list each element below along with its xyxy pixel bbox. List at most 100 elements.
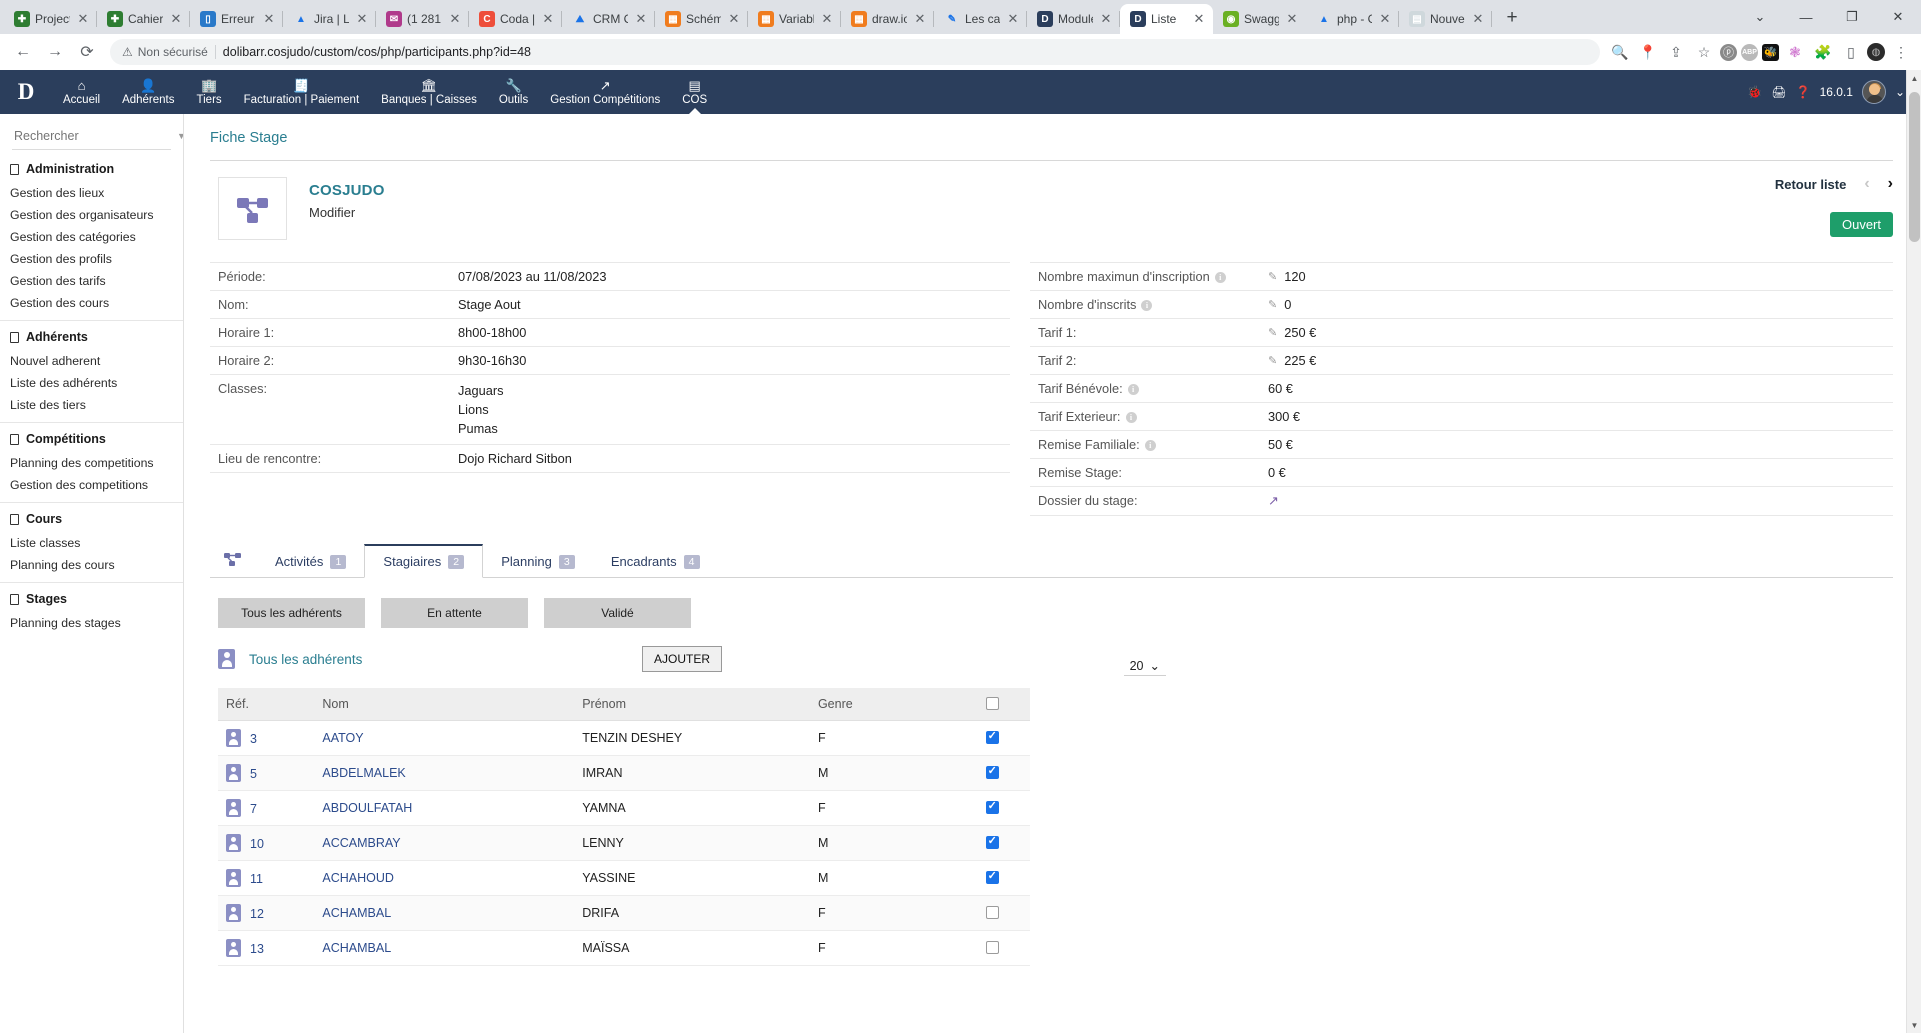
row-checkbox[interactable] xyxy=(985,729,999,744)
topnav-item-outils[interactable]: 🔧 Outils xyxy=(488,70,539,114)
browser-tab[interactable]: ✚ Project ✕ xyxy=(4,4,97,34)
select-all-checkbox[interactable] xyxy=(985,697,999,710)
close-tab-icon[interactable]: ✕ xyxy=(819,11,835,27)
printer-icon[interactable]: 🖨 xyxy=(1771,85,1786,99)
filter-button-en-attente[interactable]: En attente xyxy=(381,598,528,628)
adblock-icon[interactable]: ABP xyxy=(1741,43,1758,61)
close-tab-icon[interactable]: ✕ xyxy=(912,11,928,27)
filter-button-valid[interactable]: Validé xyxy=(544,598,691,628)
edit-pencil-icon[interactable]: ✎ xyxy=(1268,326,1277,339)
table-row[interactable]: 3 AATOY TENZIN DESHEY F xyxy=(218,720,1030,756)
sidebar-item-gestion-des-tarifs[interactable]: Gestion des tarifs xyxy=(0,270,183,292)
column-header-genre[interactable]: Genre xyxy=(809,688,978,721)
sidebar-item-gestion-des-lieux[interactable]: Gestion des lieux xyxy=(0,182,183,204)
search-input[interactable] xyxy=(12,128,177,144)
browser-tab[interactable]: ⛰ CRM C ✕ xyxy=(562,4,655,34)
scroll-down-arrow-icon[interactable]: ▼ xyxy=(1907,1017,1921,1033)
edit-pencil-icon[interactable]: ✎ xyxy=(1268,270,1277,283)
close-tab-icon[interactable]: ✕ xyxy=(1377,11,1393,27)
close-tab-icon[interactable]: ✕ xyxy=(633,11,649,27)
scroll-up-arrow-icon[interactable]: ▲ xyxy=(1907,70,1921,86)
sidebar-item-liste-des-tiers[interactable]: Liste des tiers xyxy=(0,394,183,416)
ref-link[interactable]: 3 xyxy=(250,732,257,746)
close-tab-icon[interactable]: ✕ xyxy=(1284,11,1300,27)
tab-encadrants[interactable]: Encadrants 4 xyxy=(593,546,718,577)
sidebar-item-gestion-des-cat-gories[interactable]: Gestion des catégories xyxy=(0,226,183,248)
ref-link[interactable]: 13 xyxy=(250,942,264,956)
close-window-button[interactable]: ✕ xyxy=(1875,0,1921,34)
close-tab-icon[interactable]: ✕ xyxy=(1191,11,1207,27)
topnav-item-tiers[interactable]: 🏢 Tiers xyxy=(186,70,233,114)
ref-link[interactable]: 12 xyxy=(250,907,264,921)
dolibarr-logo-icon[interactable]: D xyxy=(0,70,52,114)
nom-link[interactable]: ACCAMBRAY xyxy=(322,836,400,850)
table-row[interactable]: 5 ABDELMALEK IMRAN M xyxy=(218,755,1030,791)
external-link-icon[interactable]: ↗ xyxy=(1268,493,1279,509)
previous-record-button[interactable]: ‹ xyxy=(1864,175,1869,193)
sidebar-item-gestion-des-competitions[interactable]: Gestion des competitions xyxy=(0,474,183,496)
back-to-list-link[interactable]: Retour liste xyxy=(1775,177,1847,192)
share-icon[interactable]: ⇪ xyxy=(1664,40,1688,64)
kebab-menu-icon[interactable]: ⋮ xyxy=(1889,40,1913,64)
nom-link[interactable]: AATOY xyxy=(322,731,363,745)
zoom-out-icon[interactable]: 🔍 xyxy=(1608,40,1632,64)
browser-tab[interactable]: ▦ Variable ✕ xyxy=(748,4,841,34)
nom-link[interactable]: ACHAHOUD xyxy=(322,871,394,885)
not-secure-indicator[interactable]: ⚠ Non sécurisé xyxy=(122,45,208,59)
browser-tab[interactable]: ✎ Les cat ✕ xyxy=(934,4,1027,34)
info-help-icon[interactable]: i xyxy=(1127,384,1139,396)
edit-pencil-icon[interactable]: ✎ xyxy=(1268,298,1277,311)
column-header-prenom[interactable]: Prénom xyxy=(574,688,810,721)
browser-tab[interactable]: ▦ draw.io ✕ xyxy=(841,4,934,34)
tab-activit-s[interactable]: Activités 1 xyxy=(257,546,364,577)
table-row[interactable]: 11 ACHAHOUD YASSINE M xyxy=(218,860,1030,896)
profile-avatar-icon[interactable]: ◍ xyxy=(1867,43,1885,61)
close-tab-icon[interactable]: ✕ xyxy=(1470,11,1486,27)
tab-stagiaires[interactable]: Stagiaires 2 xyxy=(364,544,484,578)
per-page-selector[interactable]: 20 ⌄ xyxy=(1123,657,1166,676)
topnav-item-cos[interactable]: ▤ COS xyxy=(671,70,718,115)
next-record-button[interactable]: › xyxy=(1888,175,1893,193)
info-help-icon[interactable]: i xyxy=(1214,272,1226,284)
avatar[interactable] xyxy=(1861,80,1886,104)
chevron-down-icon[interactable]: ▼ xyxy=(177,131,183,141)
ref-link[interactable]: 7 xyxy=(250,802,257,816)
minimize-button[interactable]: — xyxy=(1783,0,1829,34)
scrollbar-thumb[interactable] xyxy=(1909,92,1920,242)
ref-link[interactable]: 11 xyxy=(250,872,263,886)
browser-tab[interactable]: D Liste ✕ xyxy=(1120,4,1213,34)
sidebar-search[interactable]: ▼ xyxy=(12,128,183,150)
nom-link[interactable]: ABDELMALEK xyxy=(322,766,405,780)
sidebar-item-nouvel-adherent[interactable]: Nouvel adherent xyxy=(0,350,183,372)
bookmark-star-icon[interactable]: ☆ xyxy=(1692,40,1716,64)
close-tab-icon[interactable]: ✕ xyxy=(726,11,742,27)
honey-icon[interactable]: 🐝 xyxy=(1762,43,1779,61)
back-button[interactable]: ← xyxy=(8,37,38,67)
topnav-item-banques-caisses[interactable]: 🏛 Banques | Caisses xyxy=(370,70,488,114)
close-tab-icon[interactable]: ✕ xyxy=(447,11,463,27)
close-tab-icon[interactable]: ✕ xyxy=(1005,11,1021,27)
ref-link[interactable]: 5 xyxy=(250,767,257,781)
new-tab-button[interactable]: + xyxy=(1498,4,1526,32)
filter-button-tous-les-adh-rents[interactable]: Tous les adhérents xyxy=(218,598,365,628)
restore-button[interactable]: ❐ xyxy=(1829,0,1875,34)
browser-tab[interactable]: ✚ Cahier ✕ xyxy=(97,4,190,34)
info-help-icon[interactable]: i xyxy=(1144,440,1156,452)
info-help-icon[interactable]: i xyxy=(1141,300,1153,312)
close-tab-icon[interactable]: ✕ xyxy=(1098,11,1114,27)
row-checkbox[interactable] xyxy=(985,869,999,884)
tab-planning[interactable]: Planning 3 xyxy=(483,546,593,577)
column-header-ref[interactable]: Réf. xyxy=(218,688,315,721)
sidebar-item-gestion-des-cours[interactable]: Gestion des cours xyxy=(0,292,183,314)
ref-link[interactable]: 10 xyxy=(250,837,264,851)
extension-pink-icon[interactable]: ❃ xyxy=(1783,40,1807,64)
sidebar-item-planning-des-competitions[interactable]: Planning des competitions xyxy=(0,452,183,474)
close-tab-icon[interactable]: ✕ xyxy=(75,11,91,27)
table-row[interactable]: 12 ACHAMBAL DRIFA F xyxy=(218,895,1030,931)
sidebar-item-planning-des-cours[interactable]: Planning des cours xyxy=(0,554,183,576)
row-checkbox[interactable] xyxy=(985,764,999,779)
close-tab-icon[interactable]: ✕ xyxy=(168,11,184,27)
table-row[interactable]: 7 ABDOULFATAH YAMNA F xyxy=(218,790,1030,826)
browser-tab[interactable]: ▲ Jira | Lo ✕ xyxy=(283,4,376,34)
info-help-icon[interactable]: i xyxy=(1125,412,1137,424)
